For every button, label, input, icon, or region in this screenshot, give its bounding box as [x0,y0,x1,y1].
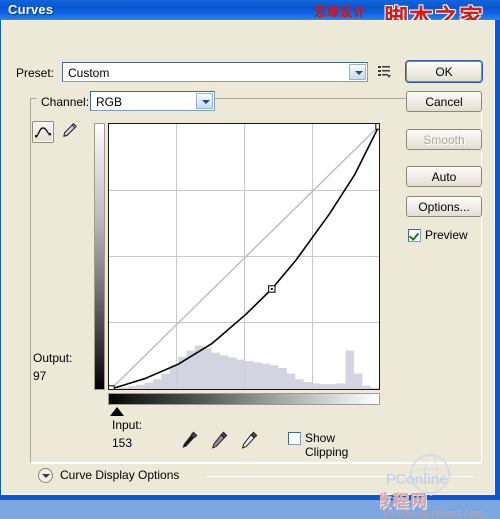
output-gradient-ramp [94,123,105,390]
chevron-down-icon[interactable] [196,93,213,109]
channel-select[interactable]: RGB [90,91,215,111]
auto-button[interactable]: Auto [406,166,482,187]
curve-tool-icon[interactable] [32,121,54,143]
histogram [111,345,379,389]
cancel-button[interactable]: Cancel [406,91,482,112]
preview-label: Preview [425,228,468,242]
curve-display-options-label: Curve Display Options [60,468,180,482]
title-bar[interactable]: Curves 思缘设计 脚本之家 [0,0,500,20]
output-value: 97 [33,369,47,383]
preset-list-icon[interactable] [376,63,392,79]
white-point-marker[interactable] [366,407,380,416]
preview-checkbox[interactable] [408,229,421,242]
show-clipping-label: Show Clipping [305,431,349,459]
output-label: Output: [33,351,73,365]
dialog-body: Preset: Custom Channel: RGB Output: 97 I… [1,20,495,518]
watermark-cn-2: 脚本之家 [384,5,484,20]
preset-select[interactable]: Custom [62,62,368,82]
preset-label: Preset: [16,66,55,80]
divider [206,476,474,477]
watermark-cn-1: 思缘设计 [313,5,366,19]
curve-plot-svg [109,124,380,390]
smooth-button: Smooth [406,129,482,150]
black-point-marker[interactable] [110,407,124,416]
channel-value: RGB [96,95,123,109]
control-points[interactable] [109,124,380,390]
eyedropper-black-point-icon[interactable] [178,429,200,451]
curves-dialog: Curves 思缘设计 脚本之家 www.jb51.net Preset: Cu… [0,0,500,518]
chevron-down-icon[interactable] [38,468,53,483]
curve-plot-area[interactable] [108,123,380,390]
input-gradient-ramp [108,393,380,405]
eyedropper-gray-point-icon[interactable] [208,429,230,451]
input-label: Input: [112,418,143,432]
show-clipping-checkbox[interactable] [288,432,301,445]
input-value: 153 [112,436,133,450]
curve-display-options-row[interactable]: Curve Display Options [38,468,482,486]
pencil-tool-icon[interactable] [59,121,81,143]
channel-label: Channel: [37,95,94,109]
identity-baseline [110,125,379,389]
window-title: Curves [8,2,54,17]
watermark-corner-url: jiaocheng.chinaz.com [384,508,484,518]
options-button[interactable]: Options... [406,196,482,217]
eyedropper-white-point-icon[interactable] [238,429,260,451]
ok-button[interactable]: OK [406,61,482,82]
preset-value: Custom [68,66,110,80]
chevron-down-icon[interactable] [349,64,366,80]
